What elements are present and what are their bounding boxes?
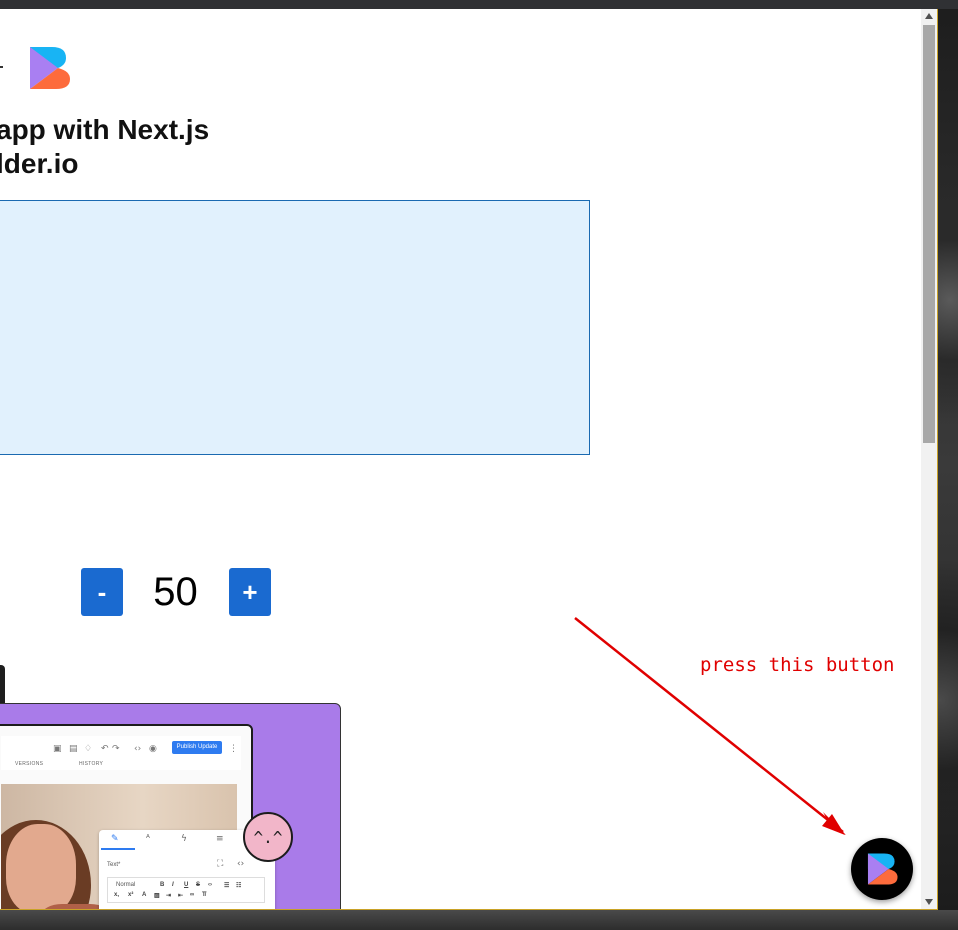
bell-icon: ♢ [84, 744, 93, 754]
save-icon: ▣ [53, 744, 62, 754]
bullet-list-icon: ☷ [236, 883, 242, 889]
annotation-label: press this button [700, 654, 895, 676]
database-icon: ≡ [216, 834, 224, 844]
desktop-icon: ▤ [69, 744, 78, 754]
superscript-icon: x² [128, 892, 134, 898]
text-color-icon: A [142, 892, 147, 898]
page-title: app with Next.js lder.io [0, 113, 209, 181]
clear-format-icon: T̸ [202, 892, 206, 898]
bold-icon: B [160, 882, 165, 888]
page-title-line-2: lder.io [0, 148, 79, 179]
highlight-icon: ▨ [154, 893, 160, 899]
publish-button: Publish Update [172, 741, 222, 754]
builder-logo-icon[interactable] [28, 45, 70, 91]
undo-icon: ↶ [101, 744, 109, 754]
ordered-list-icon: ☰ [224, 883, 230, 889]
expand-icon: ⛶ [217, 859, 224, 869]
builder-fab-icon [867, 853, 898, 885]
scrollbar-thumb[interactable] [923, 25, 935, 443]
scroll-down-icon[interactable] [925, 899, 933, 905]
code-icon: ‹› [134, 744, 142, 754]
redo-icon: ↷ [112, 744, 120, 754]
font-icon: ᴬ [146, 834, 150, 844]
underline-icon: U [184, 882, 189, 888]
indent-icon: ⇥ [166, 893, 172, 899]
increment-button[interactable]: + [229, 568, 271, 616]
more-icon: ⋮ [229, 744, 238, 754]
code-view-icon: ‹› [237, 859, 245, 869]
desktop-bottom-strip [0, 910, 958, 930]
emoji-avatar: ^.^ [243, 812, 293, 862]
browser-top-bar [0, 0, 958, 9]
editor-toolbar: ▣ ▤ ♢ ↶ ↷ ‹› ◉ Publish Update ⋮ VERSIONS… [1, 736, 241, 770]
link-icon: ∞ [190, 892, 195, 898]
decrement-button[interactable]: - [81, 568, 123, 616]
eye-icon: ◉ [149, 744, 157, 754]
builder-fab-button[interactable] [851, 838, 913, 900]
vertical-scrollbar[interactable] [921, 9, 937, 909]
preview-card: ▣ ▤ ♢ ↶ ↷ ‹› ◉ Publish Update ⋮ VERSIONS… [0, 703, 341, 909]
active-tab-indicator [101, 848, 135, 850]
logo-separator [0, 66, 3, 68]
content-box [0, 200, 590, 455]
subscript-icon: x, [114, 892, 120, 898]
format-select: Normal [116, 882, 136, 888]
style-icon: ✎ [111, 834, 119, 844]
code-inline-icon: ‹› [208, 882, 212, 888]
tab-history: HISTORY [79, 761, 104, 767]
page-title-line-1: app with Next.js [0, 114, 210, 145]
bolt-icon: ϟ [181, 834, 187, 844]
page-viewport: app with Next.js lder.io - 50 + ▣ ▤ ♢ ↶ ↷… [0, 9, 921, 909]
photo-face [6, 824, 76, 909]
italic-icon: I [172, 882, 174, 888]
outdent-icon: ⇤ [178, 893, 184, 899]
strike-icon: S [196, 882, 201, 888]
scroll-up-icon[interactable] [925, 13, 933, 19]
browser-window: app with Next.js lder.io - 50 + ▣ ▤ ♢ ↶ ↷… [0, 9, 938, 910]
counter-value: 50 [153, 570, 198, 614]
text-field-label: Text* [107, 862, 121, 868]
rich-text-toolbar: Normal B I U S ‹› ☰ ☷ x, x² A ▨ ⇥ ⇤ ∞ T̸ [107, 877, 265, 903]
tab-versions: VERSIONS [15, 761, 44, 767]
